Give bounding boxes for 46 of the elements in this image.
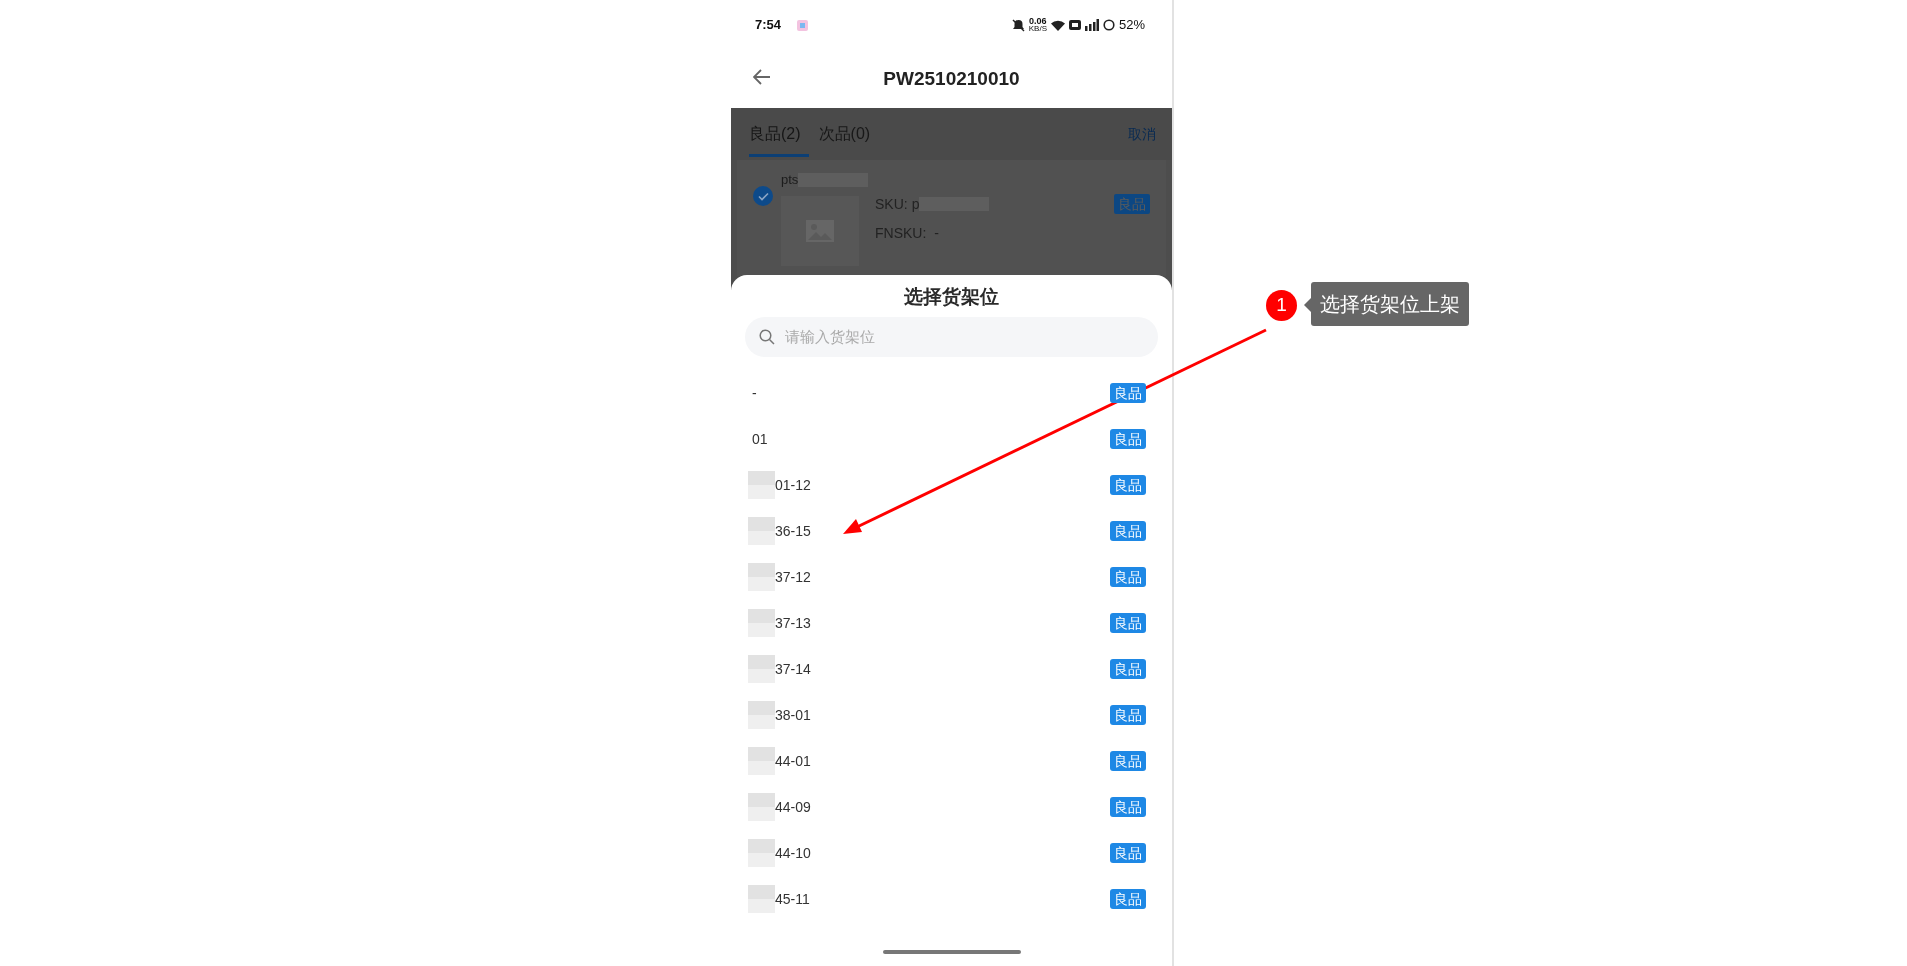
sheet-title: 选择货架位 (903, 285, 1000, 309)
location-code[interactable]: 45-11 (775, 888, 810, 910)
check-icon (757, 191, 769, 201)
quality-tag: 良品 (1110, 521, 1146, 541)
quality-tag: 良品 (1110, 567, 1146, 587)
battery-level: 52% (1118, 16, 1145, 35)
quality-tag: 良品 (1110, 843, 1146, 863)
search-icon (759, 329, 775, 345)
location-code[interactable]: 44-01 (775, 750, 811, 772)
quality-tag: 良品 (1110, 659, 1146, 679)
search-input[interactable]: 请输入货架位 (783, 324, 1144, 350)
app-icon (797, 19, 809, 31)
location-code[interactable]: 37-12 (775, 566, 811, 588)
step-number: 1 (1266, 290, 1297, 321)
speed-unit: KB/S (1028, 25, 1047, 32)
location-code[interactable]: 44-09 (775, 796, 811, 818)
quality-tag: 良品 (1114, 194, 1150, 214)
clock-time: 7:54 (755, 16, 782, 35)
location-code[interactable]: 44-10 (775, 842, 811, 864)
fnsku-value: - (934, 223, 939, 243)
quality-tag: 良品 (1110, 613, 1146, 633)
back-icon[interactable] (753, 69, 771, 85)
mute-icon (1011, 18, 1025, 32)
quality-tag: 良品 (1110, 705, 1146, 725)
page-title: PW2510210010 (883, 66, 1020, 91)
location-code[interactable]: 01 (752, 428, 768, 450)
quality-tag: 良品 (1110, 475, 1146, 495)
location-code[interactable]: 36-15 (775, 520, 811, 542)
checkbox[interactable] (753, 186, 773, 206)
search-field[interactable]: 请输入货架位 (745, 317, 1158, 357)
location-code[interactable]: 37-14 (775, 658, 811, 680)
location-code[interactable]: 37-13 (775, 612, 811, 634)
callout-label: 选择货架位上架 (1311, 282, 1469, 326)
quality-tag: 良品 (1110, 429, 1146, 449)
quality-tag: 良品 (1110, 751, 1146, 771)
location-code[interactable]: 38-01 (775, 704, 811, 726)
quality-tag: 良品 (1110, 889, 1146, 909)
battery-icon (1102, 19, 1115, 31)
network-speed: 0.06 (1028, 18, 1047, 25)
quality-tag: 良品 (1110, 383, 1146, 403)
quality-tag: 良品 (1110, 797, 1146, 817)
location-code[interactable]: - (752, 382, 757, 404)
hd-icon (1068, 20, 1081, 30)
signal-icon (1084, 19, 1099, 31)
location-code[interactable]: 01-12 (775, 474, 811, 496)
wifi-icon (1050, 19, 1065, 31)
